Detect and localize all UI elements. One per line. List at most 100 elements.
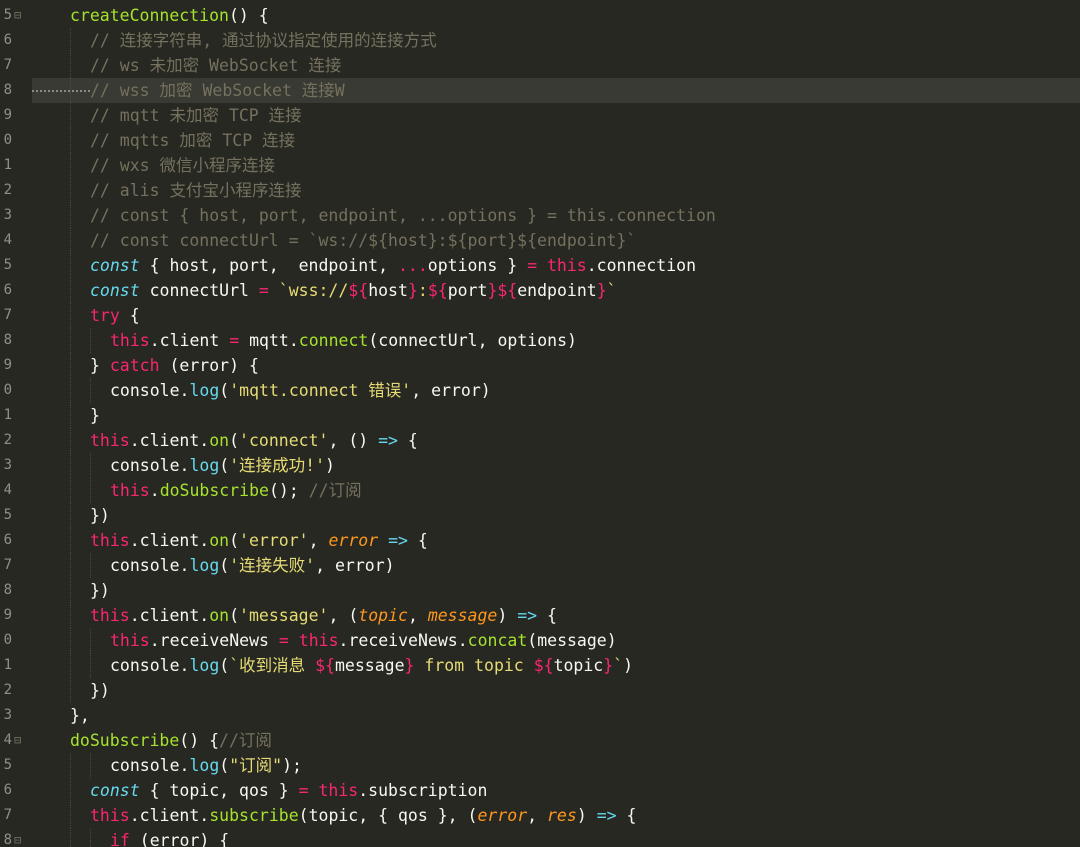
code-line[interactable]: console.log('连接失败', error) <box>32 553 1080 578</box>
indent-guide <box>70 553 71 578</box>
code-token: => <box>388 531 408 550</box>
code-token: } <box>90 356 110 375</box>
code-line[interactable]: } <box>32 403 1080 428</box>
line-number: 6 <box>3 282 12 298</box>
line-number: 9 <box>3 607 12 623</box>
code-token: ( <box>219 556 230 575</box>
code-line[interactable]: } catch (error) { <box>32 353 1080 378</box>
code-line[interactable]: this.client.on('connect', () => { <box>32 428 1080 453</box>
indent-guide <box>90 753 91 778</box>
line-number: 8 <box>3 332 12 348</box>
code-text: this.client.on('message', (topic, messag… <box>90 603 557 628</box>
code-line[interactable]: const { topic, qos } = this.subscription <box>32 778 1080 803</box>
code-token: // 连接字符串, 通过协议指定使用的连接方式 <box>90 31 437 50</box>
code-token: ( <box>219 381 230 400</box>
code-line[interactable]: }) <box>32 678 1080 703</box>
indent-guide <box>70 603 71 628</box>
code-line[interactable]: }) <box>32 503 1080 528</box>
indent-guide <box>70 178 71 203</box>
code-editor[interactable]: 5 ⊟ 6 7 8 9 0 1 2 3 4 5 6 7 8 9 0 1 2 3 4 5 6 7 8 9 0 1 2 3 4 ⊟ 5 6 7 8 ⊟ cr… <box>0 0 1080 847</box>
line-number: 6 <box>3 532 12 548</box>
code-text: const { host, port, endpoint, ...options… <box>90 253 696 278</box>
code-token: connectUrl <box>139 281 259 300</box>
code-line[interactable]: createConnection() { <box>32 3 1080 28</box>
fold-toggle-icon[interactable]: ⊟ <box>14 3 24 28</box>
code-token: subscribe <box>209 806 299 825</box>
code-line[interactable]: doSubscribe() {//订阅 <box>32 728 1080 753</box>
code-token: .client <box>149 331 230 350</box>
code-line[interactable]: // ws 未加密 WebSocket 连接 <box>32 53 1080 78</box>
code-line[interactable]: this.client.subscribe(topic, { qos }, (e… <box>32 803 1080 828</box>
code-token: }${ <box>487 281 518 300</box>
indent-guide <box>70 578 71 603</box>
code-token: log <box>189 756 220 775</box>
code-token: doSubscribe <box>159 481 269 500</box>
code-area[interactable]: createConnection() { // 连接字符串, 通过协议指定使用的连… <box>32 0 1080 847</box>
code-line[interactable]: const { host, port, endpoint, ...options… <box>32 253 1080 278</box>
code-token: this <box>110 481 150 500</box>
code-line[interactable]: try { <box>32 303 1080 328</box>
indent-guide <box>70 828 71 847</box>
code-token: this <box>90 606 130 625</box>
code-token: "订阅" <box>229 756 283 775</box>
code-line[interactable]: // const { host, port, endpoint, ...opti… <box>32 203 1080 228</box>
code-token: ... <box>397 256 428 275</box>
fold-toggle-icon[interactable]: ⊟ <box>14 828 24 847</box>
code-line[interactable]: this.client = mqtt.connect(connectUrl, o… <box>32 328 1080 353</box>
code-token: ( <box>219 756 230 775</box>
line-number: 4 <box>3 232 12 248</box>
code-token: from topic <box>414 656 534 675</box>
code-token: // const { host, port, endpoint, ...opti… <box>90 206 716 225</box>
code-token: 'connect' <box>239 431 329 450</box>
code-line[interactable]: // alis 支付宝小程序连接 <box>32 178 1080 203</box>
indent-guide <box>70 203 71 228</box>
indent-guide <box>90 653 91 678</box>
whitespace-dots <box>32 90 90 92</box>
code-token: .receiveNews <box>149 631 279 650</box>
code-line[interactable]: this.receiveNews = this.receiveNews.conc… <box>32 628 1080 653</box>
line-number: 3 <box>3 707 12 723</box>
code-text: console.log(`收到消息 ${message} from topic … <box>110 653 633 678</box>
code-line[interactable]: }, <box>32 703 1080 728</box>
code-line[interactable]: // mqtt 未加密 TCP 连接 <box>32 103 1080 128</box>
code-token: this <box>110 331 150 350</box>
code-line[interactable]: console.log("订阅"); <box>32 753 1080 778</box>
code-line[interactable]: }) <box>32 578 1080 603</box>
code-token: { <box>398 431 418 450</box>
indent-guide <box>90 478 91 503</box>
code-token: (connectUrl, options) <box>368 331 577 350</box>
code-line[interactable]: if (error) { <box>32 828 1080 847</box>
code-line[interactable]: // mqtts 加密 TCP 连接 <box>32 128 1080 153</box>
line-number: 2 <box>3 432 12 448</box>
code-token: console. <box>110 456 190 475</box>
code-token: , error) <box>411 381 491 400</box>
current-line[interactable]: // wss 加密 WebSocket 连接W <box>32 78 1080 103</box>
code-line[interactable]: console.log('连接成功!') <box>32 453 1080 478</box>
code-line[interactable]: const connectUrl = `wss://${host}:${port… <box>32 278 1080 303</box>
code-line[interactable]: // wxs 微信小程序连接 <box>32 153 1080 178</box>
code-token: 'message' <box>239 606 329 625</box>
code-token: } <box>90 406 100 425</box>
fold-toggle-icon[interactable]: ⊟ <box>14 728 24 753</box>
code-token: { host, port, endpoint, <box>139 256 398 275</box>
code-token: const <box>90 781 140 800</box>
code-token: } <box>404 656 415 675</box>
code-line[interactable]: // const connectUrl = `ws://${host}:${po… <box>32 228 1080 253</box>
code-token: res <box>547 806 577 825</box>
code-token: topic <box>553 656 604 675</box>
code-token: ); <box>282 756 302 775</box>
code-line[interactable]: this.client.on('error', error => { <box>32 528 1080 553</box>
code-line[interactable]: this.client.on('message', (topic, messag… <box>32 603 1080 628</box>
code-text: }) <box>90 578 110 603</box>
code-token: `wss:// <box>278 281 349 300</box>
code-line[interactable]: this.doSubscribe(); //订阅 <box>32 478 1080 503</box>
code-line[interactable]: console.log('mqtt.connect 错误', error) <box>32 378 1080 403</box>
line-number: 0 <box>3 132 12 148</box>
code-token: // ws 未加密 WebSocket 连接 <box>90 56 342 75</box>
code-line[interactable]: console.log(`收到消息 ${message} from topic … <box>32 653 1080 678</box>
code-token: => <box>517 606 538 625</box>
code-line[interactable]: // 连接字符串, 通过协议指定使用的连接方式 <box>32 28 1080 53</box>
code-token: concat <box>467 631 528 650</box>
line-number: 7 <box>3 307 12 323</box>
